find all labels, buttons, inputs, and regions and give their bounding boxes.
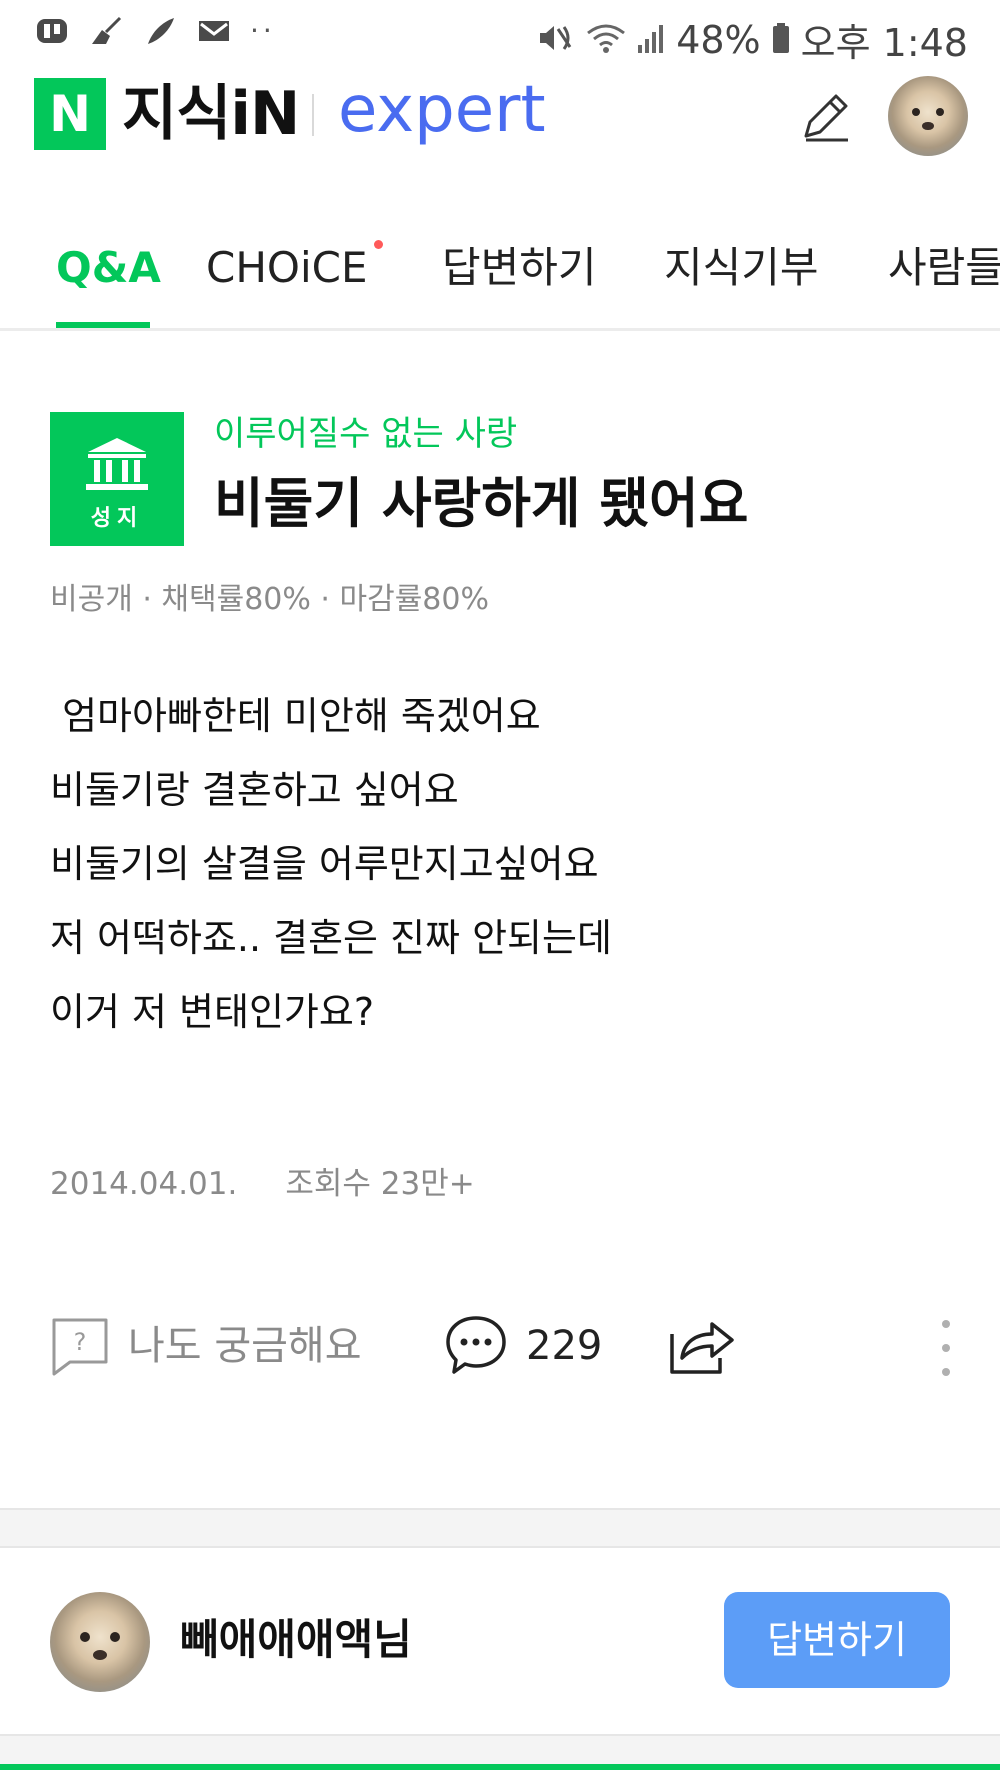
tab-donation[interactable]: 지식기부 — [664, 240, 819, 296]
user-avatar[interactable] — [888, 76, 968, 156]
naver-logo[interactable]: N — [34, 78, 106, 150]
more-options-icon[interactable] — [938, 1318, 954, 1378]
question-body-line: 비둘기랑 결혼하고 싶어요 — [50, 768, 459, 812]
signal-icon — [636, 21, 666, 59]
question-mark-bubble-icon[interactable]: ? — [50, 1316, 110, 1376]
svg-text:?: ? — [74, 1328, 87, 1356]
section-divider — [0, 1508, 1000, 1548]
tab-people[interactable]: 사람들 — [888, 240, 1000, 296]
bottom-divider — [0, 1734, 1000, 1766]
share-icon[interactable] — [668, 1312, 736, 1376]
feather-icon — [142, 16, 178, 46]
status-right: 48% 오후 1:48 — [536, 12, 968, 67]
expert-link[interactable]: expert — [338, 72, 546, 148]
question-body-line: 비둘기의 살결을 어루만지고싶어요 — [50, 842, 599, 886]
bottom-green-line — [0, 1764, 1000, 1770]
active-tab-indicator — [56, 322, 150, 328]
tab-bar: Q&A CHOiCE 답변하기 지식기부 사람들 — [0, 210, 1000, 331]
tab-choice[interactable]: CHOiCE — [206, 240, 368, 296]
wifi-icon — [586, 21, 626, 59]
broom-icon — [88, 16, 124, 46]
holy-site-badge: 성지 — [50, 412, 184, 546]
app-icon — [34, 16, 70, 46]
answer-button[interactable]: 답변하기 — [724, 1592, 950, 1688]
asker-name: 빼애애애액님 — [180, 1615, 412, 1664]
status-left-icons: ·· — [34, 16, 276, 46]
curious-too-button[interactable]: 나도 궁금해요 — [128, 1320, 362, 1372]
status-bar: ·· 48% 오후 1:48 — [0, 0, 1000, 72]
comment-count[interactable]: 229 — [526, 1318, 602, 1374]
asker-avatar[interactable] — [50, 1592, 150, 1692]
mail-icon — [196, 16, 232, 46]
badge-label: 성지 — [90, 506, 144, 531]
question-body-line: 이거 저 변태인가요? — [50, 990, 375, 1034]
battery-percent: 48% — [676, 17, 761, 62]
status-more: ·· — [250, 14, 276, 47]
status-time: 오후 1:48 — [800, 21, 968, 65]
comment-icon[interactable] — [444, 1312, 508, 1376]
question-category[interactable]: 이루어질수 없는 사랑 — [214, 412, 517, 456]
new-indicator-dot — [374, 240, 383, 249]
pencil-icon[interactable] — [796, 88, 854, 146]
tab-answer[interactable]: 답변하기 — [442, 240, 597, 296]
question-meta: 비공개 · 채택률80% · 마감률80% — [50, 582, 489, 617]
question-info: 2014.04.01. 조회수 23만+ — [50, 1162, 475, 1206]
question-body-line: 저 어떡하죠.. 결혼은 진짜 안되는데 — [50, 916, 612, 960]
temple-icon — [86, 438, 148, 490]
mute-icon — [536, 21, 576, 59]
view-count: 조회수 23만+ — [285, 1166, 475, 1202]
question-body-line: 엄마아빠한테 미안해 죽겠어요 — [50, 694, 541, 738]
logo-divider — [312, 94, 314, 136]
jisik-in-logo-text[interactable]: 지식iN — [122, 78, 300, 150]
battery-icon — [771, 21, 791, 59]
question-title: 비둘기 사랑하게 됐어요 — [214, 472, 749, 535]
tab-qna[interactable]: Q&A — [56, 240, 161, 296]
question-date: 2014.04.01. — [50, 1166, 238, 1202]
